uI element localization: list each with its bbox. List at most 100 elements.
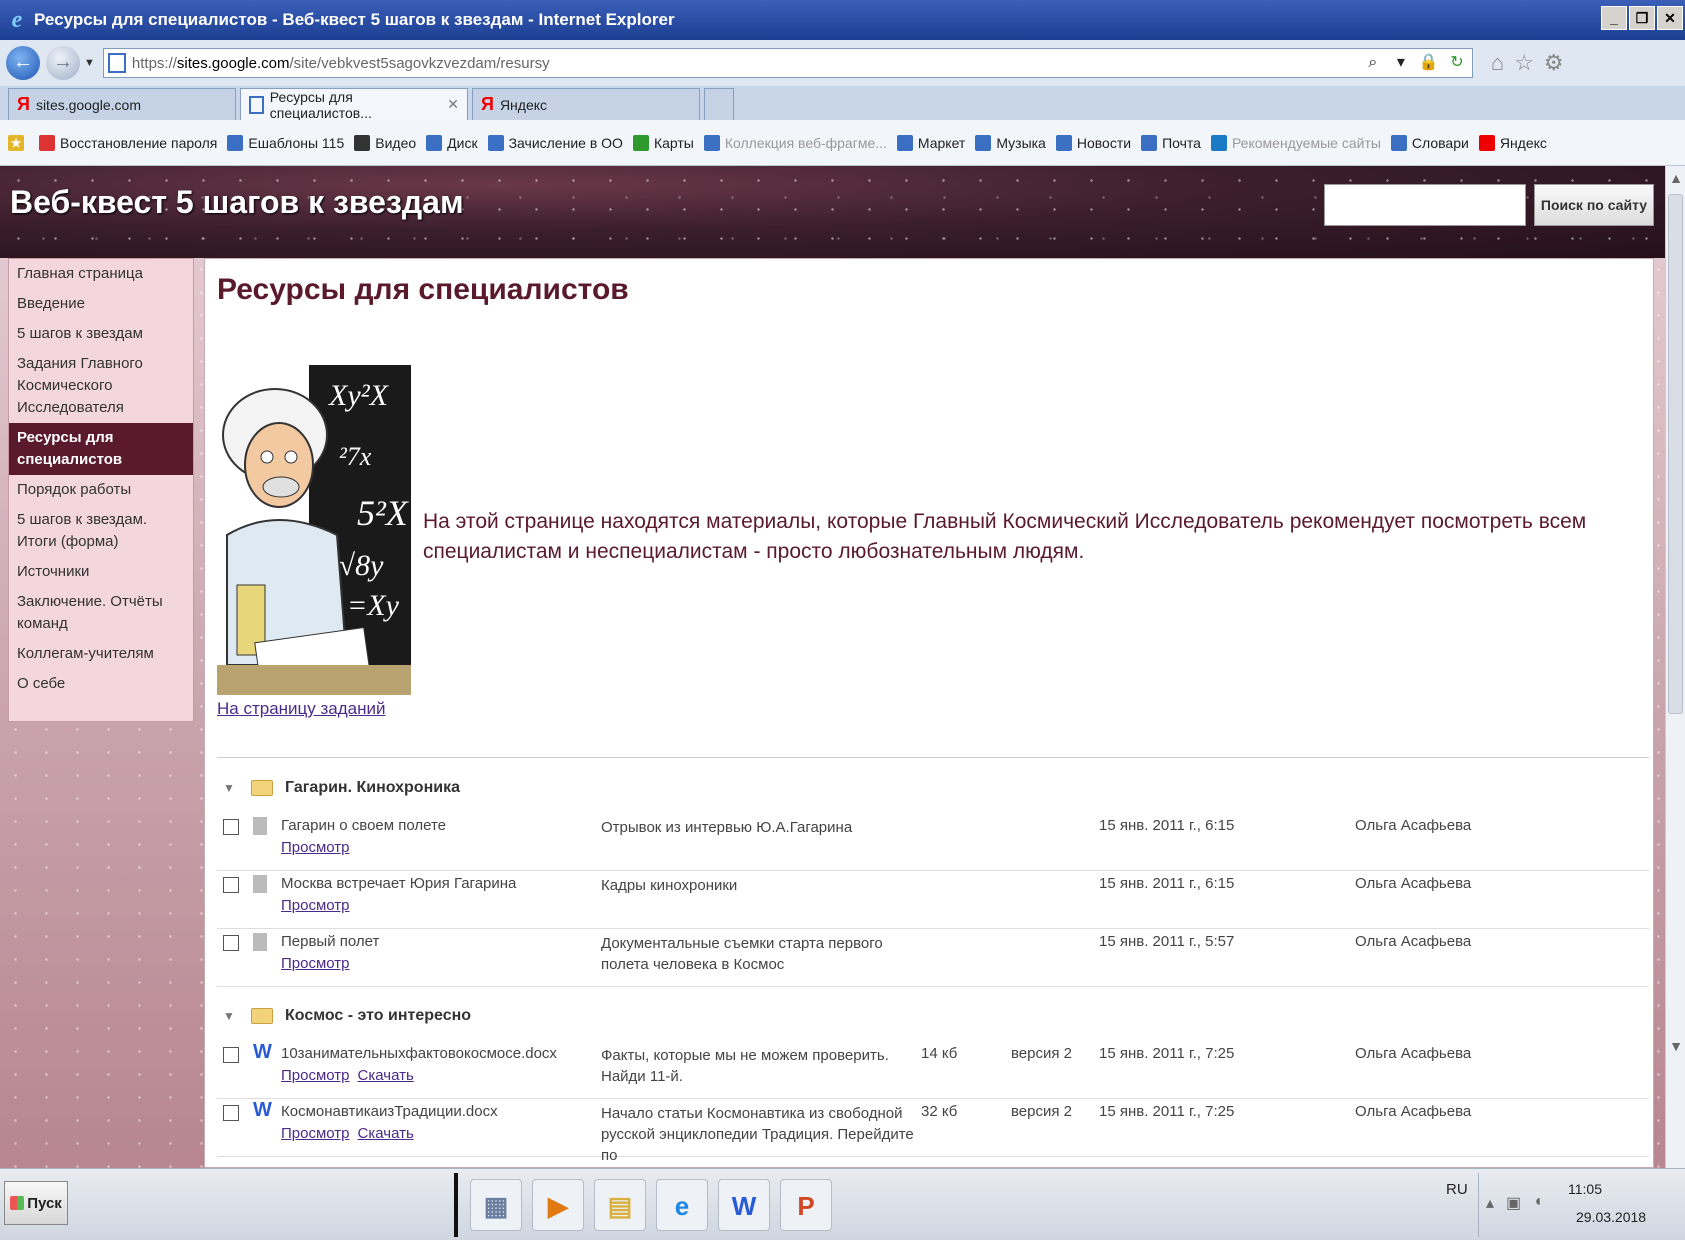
site-search-button[interactable]: Поиск по сайту — [1534, 184, 1654, 226]
favorites-star-icon[interactable]: ★ — [8, 134, 29, 151]
music-icon — [975, 134, 992, 151]
search-icon[interactable]: ⌕ — [1362, 52, 1384, 74]
address-bar[interactable]: https://sites.google.com/site/vebkvest5s… — [102, 48, 1473, 78]
favorite-item[interactable]: Коллекция веб-фрагме... — [703, 134, 887, 151]
sidebar-item[interactable]: О себе — [9, 669, 193, 699]
folder-icon — [251, 1008, 273, 1024]
powerpoint-icon[interactable]: P — [780, 1179, 832, 1231]
sidebar-item[interactable]: Заключение. Отчёты команд — [9, 587, 193, 639]
gear-icon[interactable]: ⚙ — [1544, 50, 1564, 76]
file-link[interactable]: Скачать — [358, 1125, 414, 1142]
file-checkbox[interactable] — [223, 1047, 239, 1063]
lock-icon[interactable]: 🔒 — [1418, 52, 1440, 74]
favorite-item[interactable]: Рекомендуемые сайты — [1210, 134, 1381, 151]
clock-time[interactable]: 11:05 — [1568, 1181, 1602, 1197]
calculator-icon[interactable]: ▦ — [470, 1179, 522, 1231]
file-checkbox[interactable] — [223, 819, 239, 835]
star-icon[interactable]: ☆ — [1514, 50, 1534, 76]
favorite-item[interactable]: Восстановление пароля — [39, 134, 218, 151]
sidebar-item[interactable]: Порядок работы — [9, 475, 193, 505]
restore-icon[interactable]: ❐ — [1629, 6, 1655, 30]
media-player-icon[interactable]: ▶ — [532, 1179, 584, 1231]
sidebar-item[interactable]: 5 шагов к звездам. Итоги (форма) — [9, 505, 193, 557]
forward-button[interactable]: → — [46, 46, 80, 80]
svg-text:5²X: 5²X — [357, 493, 410, 533]
favorite-item[interactable]: Яндекс — [1478, 134, 1547, 151]
file-link[interactable]: Просмотр — [281, 839, 350, 856]
sidebar-item[interactable]: Введение — [9, 289, 193, 319]
close-icon[interactable]: ✕ — [1657, 6, 1683, 30]
tab-label: Яндекс — [499, 96, 548, 113]
tasks-page-link[interactable]: На страницу заданий — [217, 699, 386, 719]
page-icon — [703, 134, 720, 151]
volume-icon[interactable]: ◖ — [1533, 1193, 1543, 1213]
favorite-label: Музыка — [996, 134, 1046, 151]
file-link[interactable]: Просмотр — [281, 1067, 350, 1084]
scroll-down-icon[interactable]: ▼ — [1666, 1034, 1685, 1058]
favorite-item[interactable]: Видео — [354, 134, 416, 151]
favorite-label: Восстановление пароля — [60, 134, 218, 151]
sidebar-item[interactable]: Ресурсы для специалистов — [9, 423, 193, 475]
sidebar-item[interactable]: 5 шагов к звездам — [9, 319, 193, 349]
collapse-triangle-icon[interactable]: ▼ — [223, 1009, 243, 1023]
chevron-down-icon[interactable]: ▾ — [1390, 52, 1412, 74]
collapse-triangle-icon[interactable]: ▼ — [223, 781, 243, 795]
language-indicator[interactable]: RU — [1446, 1181, 1468, 1198]
sidebar-item[interactable]: Главная страница — [9, 259, 193, 289]
bing-icon — [1210, 134, 1227, 151]
favorite-item[interactable]: Зачисление в ОО — [487, 134, 623, 151]
file-name: Москва встречает Юрия Гагарина — [281, 875, 517, 892]
favorite-item[interactable]: Ешаблоны 115 — [227, 134, 344, 151]
favorite-item[interactable]: Словари — [1390, 134, 1469, 151]
folder-row[interactable]: ▼ Гагарин. Кинохроника — [217, 771, 1649, 805]
file-link[interactable]: Просмотр — [281, 955, 350, 972]
file-row: Первый полет Просмотр Документальные съемк… — [217, 929, 1649, 987]
home-icon[interactable]: ⌂ — [1491, 50, 1504, 76]
internet-explorer-icon[interactable]: e — [656, 1179, 708, 1231]
tab-yandex[interactable]: Я Яндекс — [472, 88, 700, 120]
refresh-icon[interactable]: ↻ — [1446, 52, 1468, 74]
file-link[interactable]: Скачать — [358, 1067, 414, 1084]
file-checkbox[interactable] — [223, 877, 239, 893]
scroll-up-icon[interactable]: ▲ — [1666, 166, 1685, 190]
tab-sites-google[interactable]: Я sites.google.com — [8, 88, 236, 120]
sidebar-item[interactable]: Источники — [9, 557, 193, 587]
favorite-item[interactable]: Диск — [426, 134, 478, 151]
tab-resources[interactable]: Ресурсы для специалистов... ✕ — [240, 88, 468, 121]
file-checkbox[interactable] — [223, 935, 239, 951]
favorite-item[interactable]: Маркет — [896, 134, 965, 151]
file-link[interactable]: Просмотр — [281, 1125, 350, 1142]
page-scrollbar[interactable]: ▲ ▼ — [1665, 166, 1685, 1168]
clock-date[interactable]: 29.03.2018 — [1576, 1209, 1646, 1225]
favorite-item[interactable]: Музыка — [975, 134, 1046, 151]
start-button[interactable]: Пуск — [4, 1181, 68, 1225]
dict-icon — [1390, 134, 1407, 151]
sidebar-item[interactable]: Задания Главного Космического Исследоват… — [9, 349, 193, 423]
network-icon[interactable]: ▣ — [1506, 1193, 1521, 1213]
intro-text: На этой странице находятся материалы, ко… — [423, 510, 1587, 563]
file-links: Просмотр — [281, 897, 358, 914]
file-row: Гагарин о своем полете Просмотр Отрывок из… — [217, 813, 1649, 871]
file-description: Начало статьи Космонавтика из свободной … — [601, 1105, 914, 1164]
close-tab-icon[interactable]: ✕ — [447, 96, 459, 113]
history-dropdown-icon[interactable]: ▼ — [84, 57, 95, 69]
minimize-icon[interactable]: _ — [1601, 6, 1627, 30]
favorite-item[interactable]: Новости — [1055, 134, 1131, 151]
sidebar-item[interactable]: Коллегам-учителям — [9, 639, 193, 669]
url-text[interactable]: https://sites.google.com/site/vebkvest5s… — [132, 55, 550, 72]
favorite-item[interactable]: Карты — [632, 134, 694, 151]
favorite-item[interactable]: Почта — [1141, 134, 1201, 151]
site-search-input[interactable] — [1324, 184, 1526, 226]
back-button[interactable]: ← — [6, 46, 40, 80]
file-date: 15 янв. 2011 г., 7:25 — [1099, 1103, 1235, 1120]
file-link[interactable]: Просмотр — [281, 897, 350, 914]
scroll-thumb[interactable] — [1668, 194, 1683, 714]
window-controls: _ ❐ ✕ — [1601, 6, 1683, 30]
site-title[interactable]: Веб-квест 5 шагов к звездам — [10, 184, 464, 221]
file-checkbox[interactable] — [223, 1105, 239, 1121]
new-tab-button[interactable] — [704, 88, 734, 120]
explorer-folder-icon[interactable]: ▤ — [594, 1179, 646, 1231]
word-icon[interactable]: W — [718, 1179, 770, 1231]
folder-row[interactable]: ▼ Космос - это интересно — [217, 999, 1649, 1033]
chevron-up-icon[interactable]: ▴ — [1486, 1193, 1494, 1213]
